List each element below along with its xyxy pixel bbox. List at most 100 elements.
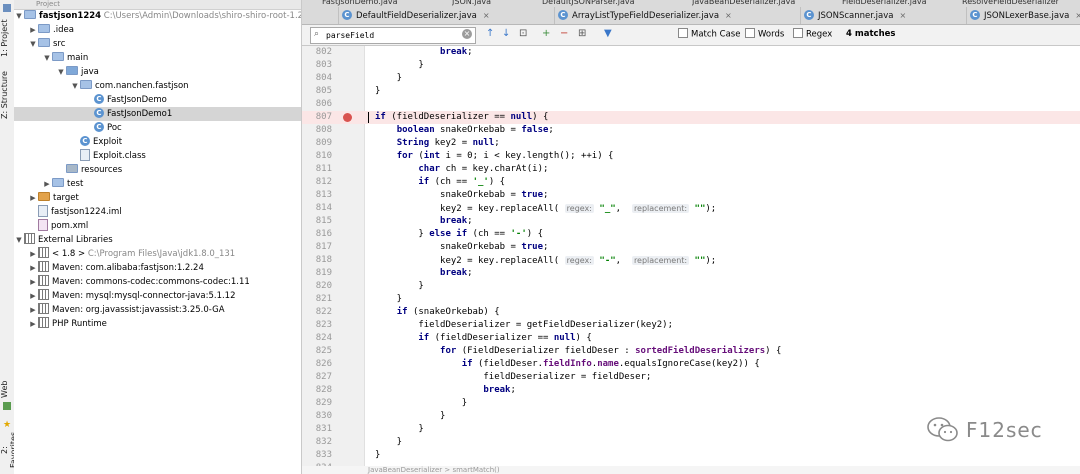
tab-defaultfielddeserializer[interactable]: C DefaultFieldDeserializer.java × — [338, 7, 490, 24]
close-icon[interactable]: × — [899, 11, 906, 20]
code-line[interactable]: 822 if (snakeOrkebab) { — [302, 306, 1080, 319]
chevron-down-icon[interactable]: ▼ — [56, 65, 66, 79]
code-line[interactable]: 804 } — [302, 72, 1080, 85]
code-line[interactable]: 803 } — [302, 59, 1080, 72]
tree-item-src[interactable]: ▼ src — [14, 37, 301, 51]
line-number[interactable]: 810 — [310, 150, 332, 163]
code-editor[interactable]: 802 break; 803 } 804 } 805} 806 807 if (fieldD… — [302, 46, 1080, 474]
tree-item-test[interactable]: ▶ test — [14, 177, 301, 191]
line-number[interactable]: 833 — [310, 449, 332, 462]
line-number[interactable]: 823 — [310, 319, 332, 332]
chevron-down-icon[interactable]: ▼ — [28, 37, 38, 51]
tree-item-target[interactable]: ▶ target — [14, 191, 301, 205]
chevron-down-icon[interactable]: ▼ — [42, 51, 52, 65]
close-icon[interactable]: × — [1075, 11, 1080, 20]
code-line[interactable]: 806 — [302, 98, 1080, 111]
tree-item-external-libraries[interactable]: ▼ External Libraries — [14, 233, 301, 247]
chevron-right-icon[interactable]: ▶ — [28, 23, 38, 37]
line-number[interactable]: 803 — [310, 59, 332, 72]
tab-jsonscanner[interactable]: C JSONScanner.java × — [800, 7, 906, 24]
regex-checkbox[interactable]: Regex — [793, 28, 832, 41]
line-number[interactable]: 815 — [310, 215, 332, 228]
tree-item-idea[interactable]: ▶ .idea — [14, 23, 301, 37]
chevron-down-icon[interactable]: ▼ — [14, 9, 24, 23]
tree-item-lib-fastjson[interactable]: ▶ Maven: com.alibaba:fastjson:1.2.24 — [14, 261, 301, 275]
chevron-down-icon[interactable]: ▼ — [70, 79, 80, 93]
tree-item-poc[interactable]: C Poc — [14, 121, 301, 135]
line-number[interactable]: 811 — [310, 163, 332, 176]
code-line[interactable]: 811 char ch = key.charAt(i); — [302, 163, 1080, 176]
code-line[interactable]: 825 for (FieldDeserializer fieldDeser : … — [302, 345, 1080, 358]
words-checkbox[interactable]: Words — [745, 28, 784, 41]
match-case-checkbox[interactable]: Match Case — [678, 28, 740, 41]
add-selection-icon[interactable]: + — [542, 28, 550, 40]
line-number[interactable]: 805 — [310, 85, 332, 98]
line-number[interactable]: 819 — [310, 267, 332, 280]
chevron-right-icon[interactable]: ▶ — [28, 289, 38, 303]
code-line[interactable]: 815 break; — [302, 215, 1080, 228]
clear-icon[interactable]: × — [462, 29, 472, 39]
tree-item-php-runtime[interactable]: ▶ PHP Runtime — [14, 317, 301, 331]
tab-cut-defaultjsonparser[interactable]: DefaultJSONParser.java — [542, 0, 635, 7]
line-number[interactable]: 821 — [310, 293, 332, 306]
line-number[interactable]: 817 — [310, 241, 332, 254]
tree-item-jdk[interactable]: ▶ < 1.8 > C:\Program Files\Java\jdk1.8.0_… — [14, 247, 301, 261]
code-line[interactable]: 823 fieldDeserializer = getFieldDeserial… — [302, 319, 1080, 332]
code-line[interactable]: 808 boolean snakeOrkebab = false; — [302, 124, 1080, 137]
tree-item-iml[interactable]: fastjson1224.iml — [14, 204, 301, 219]
breakpoint-icon[interactable] — [343, 113, 352, 122]
remove-selection-icon[interactable]: − — [560, 28, 568, 40]
code-line[interactable]: 820 } — [302, 280, 1080, 293]
find-all-icon[interactable]: ⊡ — [519, 28, 527, 40]
tree-item-lib-mysql[interactable]: ▶ Maven: mysql:mysql-connector-java:5.1.1… — [14, 289, 301, 303]
code-line[interactable]: 821 } — [302, 293, 1080, 306]
tree-item-exploit-class[interactable]: Exploit.class — [14, 148, 301, 163]
tree-item-exploit[interactable]: C Exploit — [14, 135, 301, 149]
code-line[interactable]: 827 fieldDeserializer = fieldDeser; — [302, 371, 1080, 384]
line-number[interactable]: 829 — [310, 397, 332, 410]
close-icon[interactable]: × — [725, 11, 732, 20]
tab-cut-resolvefielddeserializer[interactable]: ResolveFieldDeserializer — [962, 0, 1059, 7]
tab-cut-json[interactable]: JSON.java — [452, 0, 491, 7]
line-number[interactable]: 832 — [310, 436, 332, 449]
web-tool-tab[interactable]: Web — [0, 378, 14, 400]
project-tool-tab[interactable]: 1: Project — [0, 14, 14, 62]
code-line[interactable]: 817 snakeOrkebab = true; — [302, 241, 1080, 254]
line-number[interactable]: 825 — [310, 345, 332, 358]
chevron-right-icon[interactable]: ▶ — [42, 177, 52, 191]
code-line[interactable]: 812 if (ch == '_') { — [302, 176, 1080, 189]
chevron-right-icon[interactable]: ▶ — [28, 261, 38, 275]
code-line[interactable]: 814 key2 = key.replaceAll( regex: "_", r… — [302, 202, 1080, 215]
code-line[interactable]: 828 break; — [302, 384, 1080, 397]
favorites-tool-tab[interactable]: 2: Favorites — [0, 428, 18, 472]
tab-cut-fastjsondemo[interactable]: FastJsonDemo.java — [322, 0, 398, 7]
code-line[interactable]: 833} — [302, 449, 1080, 462]
code-line[interactable]: 829 } — [302, 397, 1080, 410]
code-line[interactable]: 813 snakeOrkebab = true; — [302, 189, 1080, 202]
tree-item-resources[interactable]: resources — [14, 163, 301, 177]
line-number[interactable]: 826 — [310, 358, 332, 371]
line-number[interactable]: 831 — [310, 423, 332, 436]
code-line[interactable]: 805} — [302, 85, 1080, 98]
line-number[interactable]: 808 — [310, 124, 332, 137]
previous-occurrence-icon[interactable]: ↑ — [486, 28, 494, 40]
line-number[interactable]: 824 — [310, 332, 332, 345]
code-line[interactable]: 818 key2 = key.replaceAll( regex: "-", r… — [302, 254, 1080, 267]
next-occurrence-icon[interactable]: ↓ — [502, 28, 510, 40]
tree-item-fastjsondemo[interactable]: C FastJsonDemo — [14, 93, 301, 107]
chevron-down-icon[interactable]: ▼ — [14, 233, 24, 247]
tab-cut-javabeandeserializer[interactable]: JavaBeanDeserializer.java — [692, 0, 795, 7]
close-icon[interactable]: × — [483, 11, 490, 20]
chevron-right-icon[interactable]: ▶ — [28, 247, 38, 261]
line-number[interactable]: 816 — [310, 228, 332, 241]
chevron-right-icon[interactable]: ▶ — [28, 303, 38, 317]
line-number[interactable]: 804 — [310, 72, 332, 85]
code-line[interactable]: 824 if (fieldDeserializer == null) { — [302, 332, 1080, 345]
filter-icon[interactable]: ▼ — [604, 28, 612, 40]
line-number[interactable]: 822 — [310, 306, 332, 319]
line-number[interactable]: 814 — [310, 202, 332, 215]
find-input[interactable] — [326, 29, 454, 41]
code-line[interactable]: 807 if (fieldDeserializer == null) { — [302, 111, 1080, 124]
line-number[interactable]: 813 — [310, 189, 332, 202]
code-line[interactable]: 826 if (fieldDeser.fieldInfo.name.equals… — [302, 358, 1080, 371]
